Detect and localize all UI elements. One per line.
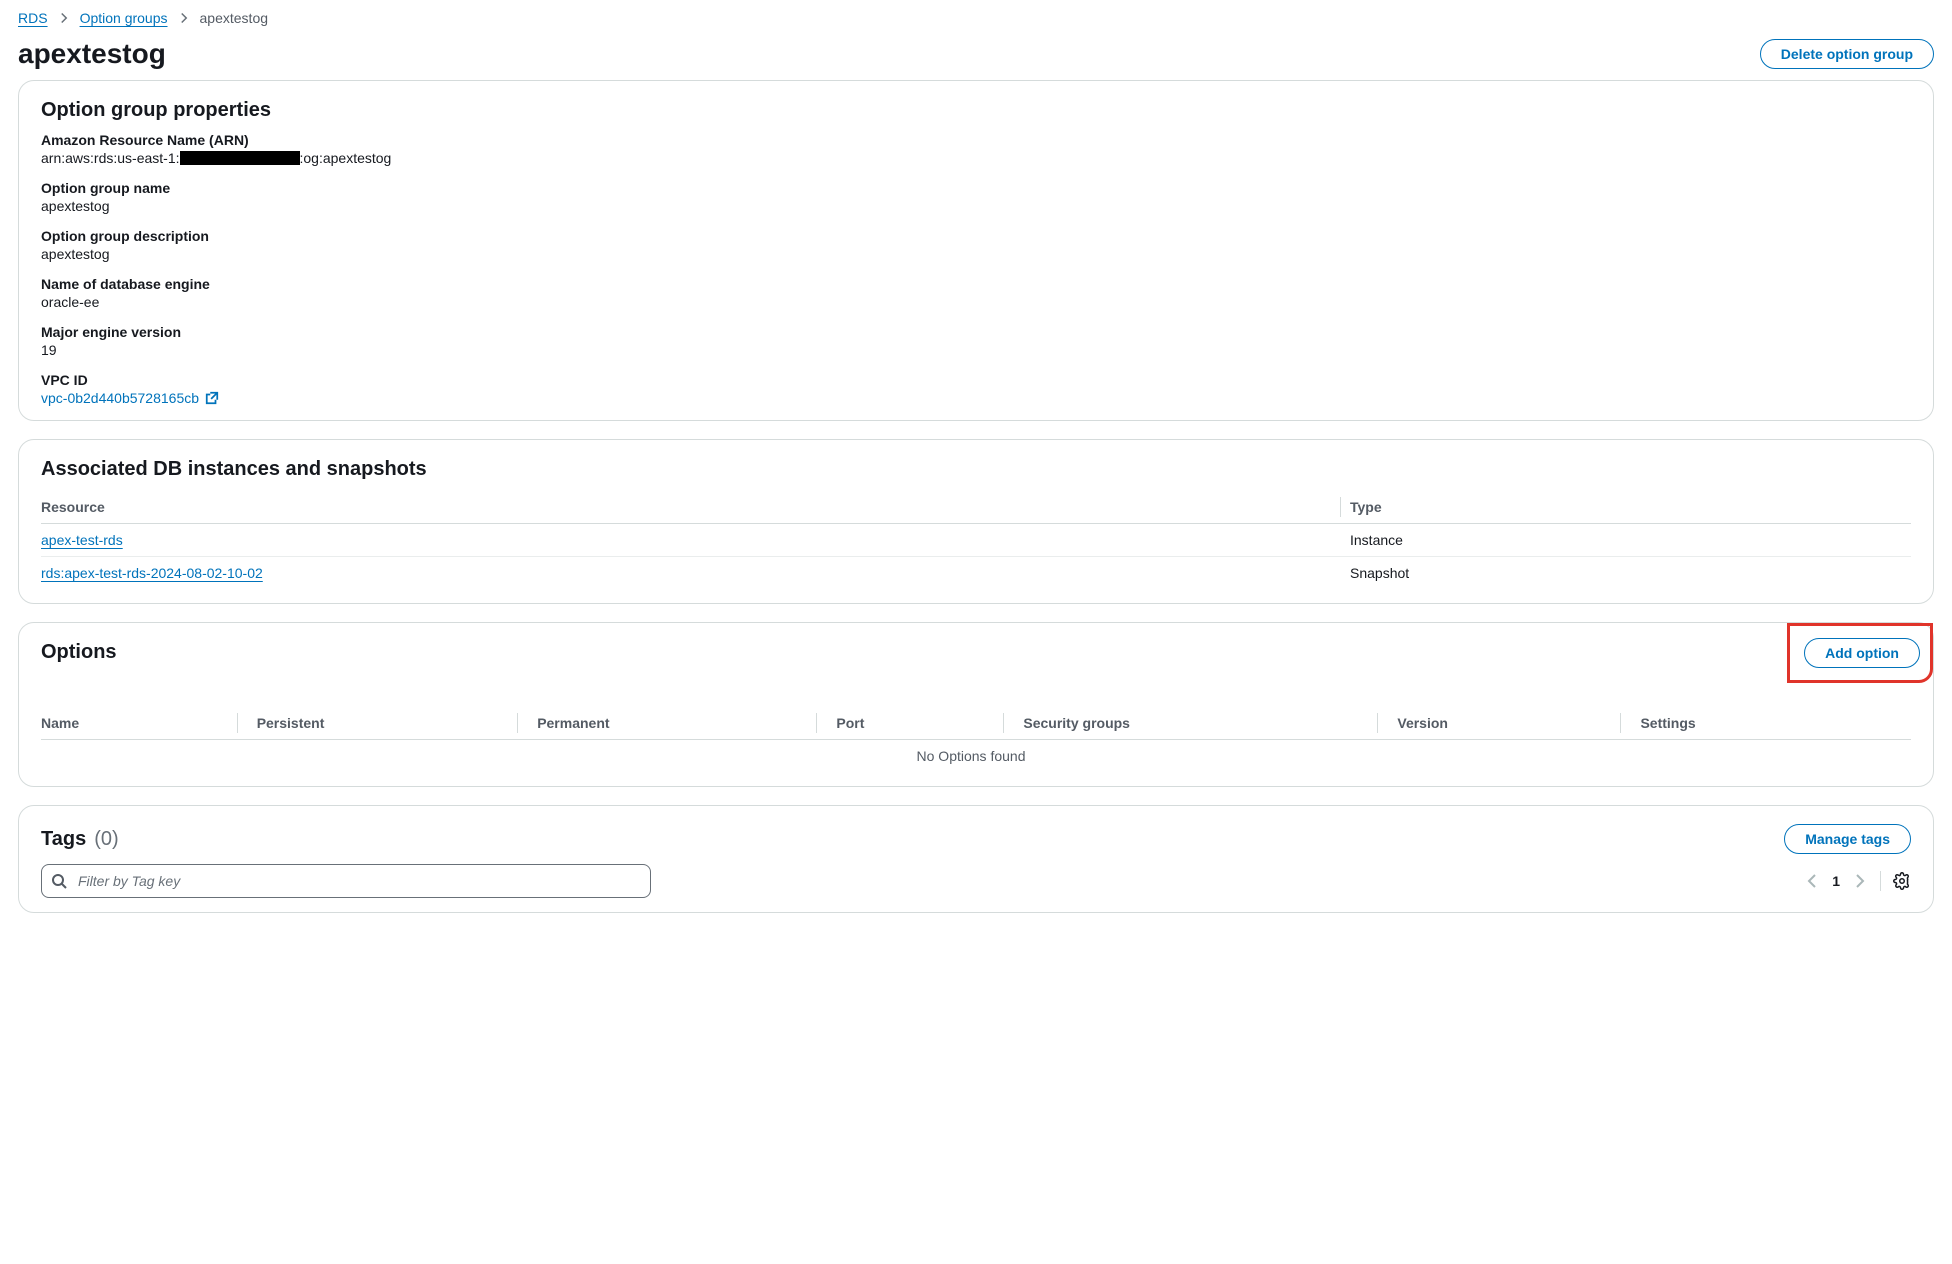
prop-engine-label: Name of database engine bbox=[41, 276, 1911, 292]
col-persistent[interactable]: Persistent bbox=[247, 707, 528, 740]
chevron-right-icon bbox=[58, 12, 70, 24]
table-row: apex-test-rds Instance bbox=[41, 524, 1911, 557]
breadcrumb-parent[interactable]: Option groups bbox=[80, 10, 168, 26]
associated-panel-title: Associated DB instances and snapshots bbox=[41, 458, 427, 481]
page-title: apextestog bbox=[18, 38, 166, 70]
prop-engine: Name of database engine oracle-ee bbox=[41, 276, 1911, 310]
options-panel-title: Options bbox=[41, 641, 117, 664]
external-link-icon bbox=[205, 391, 219, 405]
search-icon bbox=[51, 873, 67, 889]
prop-desc-label: Option group description bbox=[41, 228, 1911, 244]
arn-suffix: :og:apextestog bbox=[300, 150, 392, 166]
prop-desc: Option group description apextestog bbox=[41, 228, 1911, 262]
prop-name: Option group name apextestog bbox=[41, 180, 1911, 214]
prop-desc-value: apextestog bbox=[41, 246, 1911, 262]
col-settings[interactable]: Settings bbox=[1630, 707, 1911, 740]
col-port[interactable]: Port bbox=[826, 707, 1013, 740]
properties-panel: Option group properties Amazon Resource … bbox=[18, 80, 1934, 421]
divider bbox=[1880, 871, 1881, 891]
page-header: apextestog Delete option group bbox=[18, 38, 1934, 70]
col-type[interactable]: Type bbox=[1350, 491, 1911, 524]
prop-name-value: apextestog bbox=[41, 198, 1911, 214]
prop-major: Major engine version 19 bbox=[41, 324, 1911, 358]
prop-major-value: 19 bbox=[41, 342, 1911, 358]
resource-type: Instance bbox=[1350, 524, 1911, 557]
table-row: rds:apex-test-rds-2024-08-02-10-02 Snaps… bbox=[41, 557, 1911, 590]
resource-type: Snapshot bbox=[1350, 557, 1911, 590]
breadcrumb: RDS Option groups apextestog bbox=[18, 8, 1934, 32]
prop-name-label: Option group name bbox=[41, 180, 1911, 196]
prop-vpc: VPC ID vpc-0b2d440b5728165cb bbox=[41, 372, 1911, 406]
prop-major-label: Major engine version bbox=[41, 324, 1911, 340]
options-table: Name Persistent Permanent Port Security … bbox=[41, 707, 1911, 772]
redacted-account bbox=[180, 151, 300, 165]
tag-filter-input[interactable] bbox=[41, 864, 651, 898]
page-prev-button[interactable] bbox=[1804, 873, 1820, 889]
properties-panel-title: Option group properties bbox=[41, 99, 271, 122]
tags-count: (0) bbox=[94, 828, 118, 851]
chevron-right-icon bbox=[178, 12, 190, 24]
col-resource[interactable]: Resource bbox=[41, 491, 1350, 524]
resource-link[interactable]: rds:apex-test-rds-2024-08-02-10-02 bbox=[41, 565, 263, 581]
arn-prefix: arn:aws:rds:us-east-1: bbox=[41, 150, 180, 166]
associated-table: Resource Type apex-test-rds Instance rds… bbox=[41, 491, 1911, 589]
add-option-highlight: Add option bbox=[1787, 623, 1933, 683]
prop-engine-value: oracle-ee bbox=[41, 294, 1911, 310]
page-next-button[interactable] bbox=[1852, 873, 1868, 889]
prop-arn-label: Amazon Resource Name (ARN) bbox=[41, 132, 1911, 148]
associated-panel: Associated DB instances and snapshots Re… bbox=[18, 439, 1934, 604]
tags-panel: Tags (0) Manage tags 1 bbox=[18, 805, 1934, 913]
manage-tags-button[interactable]: Manage tags bbox=[1784, 824, 1911, 854]
empty-state-text: No Options found bbox=[41, 740, 1911, 773]
col-secgroups[interactable]: Security groups bbox=[1013, 707, 1387, 740]
prop-arn-value: arn:aws:rds:us-east-1: :og:apextestog bbox=[41, 150, 391, 166]
tags-title-text: Tags bbox=[41, 828, 86, 851]
pager: 1 bbox=[1804, 871, 1911, 891]
col-permanent[interactable]: Permanent bbox=[527, 707, 826, 740]
breadcrumb-root[interactable]: RDS bbox=[18, 10, 48, 26]
tags-panel-title: Tags (0) bbox=[41, 828, 119, 851]
vpc-link[interactable]: vpc-0b2d440b5728165cb bbox=[41, 390, 219, 406]
prop-arn: Amazon Resource Name (ARN) arn:aws:rds:u… bbox=[41, 132, 1911, 166]
settings-gear-icon[interactable] bbox=[1893, 872, 1911, 890]
prop-vpc-label: VPC ID bbox=[41, 372, 1911, 388]
empty-state-row: No Options found bbox=[41, 740, 1911, 773]
tag-search-wrap bbox=[41, 864, 651, 898]
col-version[interactable]: Version bbox=[1387, 707, 1630, 740]
resource-link[interactable]: apex-test-rds bbox=[41, 532, 123, 548]
breadcrumb-current: apextestog bbox=[200, 10, 269, 26]
page-number: 1 bbox=[1832, 873, 1840, 889]
col-name[interactable]: Name bbox=[41, 707, 247, 740]
options-panel: Options Add option Name Persistent Perma… bbox=[18, 622, 1934, 787]
vpc-id-text: vpc-0b2d440b5728165cb bbox=[41, 390, 199, 406]
delete-option-group-button[interactable]: Delete option group bbox=[1760, 39, 1934, 69]
add-option-button[interactable]: Add option bbox=[1804, 638, 1920, 668]
